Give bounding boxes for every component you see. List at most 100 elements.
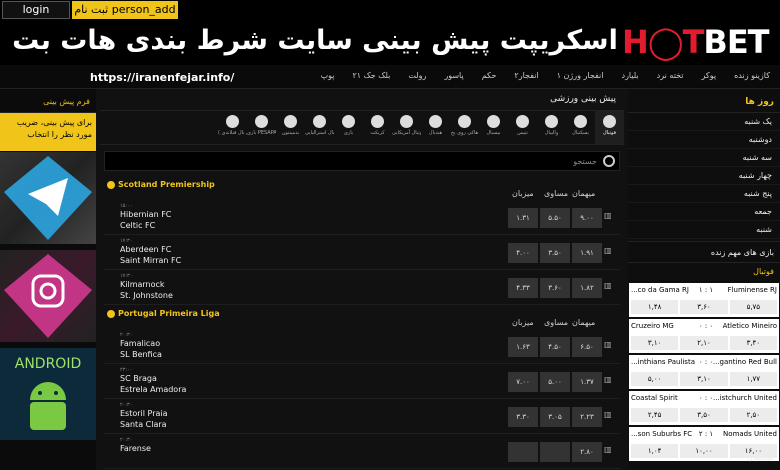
odds-button[interactable]: ۴.۵۰ xyxy=(540,337,570,357)
sport-label: بازی PESAPALLO xyxy=(247,130,276,136)
away-team: SL Benfica xyxy=(120,350,162,359)
odds-button[interactable]: ۳.۵۰ xyxy=(540,243,570,263)
stats-icon[interactable]: ▥ xyxy=(604,340,614,350)
nav-item[interactable]: پوکر xyxy=(702,71,717,80)
league-header: Portugal Primeira Liga میهمان مساوی میزبان xyxy=(104,306,620,327)
odds-button[interactable]: ۱.۸۲ xyxy=(572,278,602,298)
live-match[interactable]: Coastal Spirit ۰ : ۰ ...istchurch United ۲,… xyxy=(629,391,779,425)
nav-item[interactable]: رولت xyxy=(408,71,426,80)
odds-button[interactable]: ۵.۵۰ xyxy=(540,208,570,228)
odds-button[interactable]: ۳.۰۵ xyxy=(540,407,570,427)
live-sport-basketball[interactable]: بسکتبال xyxy=(628,449,780,467)
live-odd-button[interactable]: ۲,۴۵ xyxy=(631,408,679,422)
days-list: یک شنبه دوشنبه سه شنبه چهار شنبه پنج شنبه جمع… xyxy=(628,113,780,239)
nav-item[interactable]: پاسور xyxy=(444,71,463,80)
odds-button[interactable]: ۶.۵۰ xyxy=(572,337,602,357)
live-match[interactable]: Cruzeiro MG ۰ : ۰ Atletico Mineiro ۳,۱۰ ۲,۱۰… xyxy=(629,319,779,353)
sport-tab[interactable]: والیبال xyxy=(537,111,566,144)
nav-item[interactable]: انفجار ورژن ۱ xyxy=(557,71,604,80)
league-name[interactable]: Scotland Premiership xyxy=(118,180,215,189)
stats-icon[interactable]: ▥ xyxy=(604,375,614,385)
live-teams: ...inthians Paulista ۰ : ۰ ...gantino Red … xyxy=(631,358,777,368)
stats-icon[interactable]: ▥ xyxy=(604,246,614,256)
sport-tab[interactable]: کریکت xyxy=(363,111,392,144)
nav-item[interactable]: کازینو زنده xyxy=(734,71,770,80)
live-odd-button[interactable]: ۳,۱۰ xyxy=(680,372,728,386)
sport-tab[interactable]: تنیس xyxy=(508,111,537,144)
telegram-banner[interactable] xyxy=(0,152,96,244)
odds-button[interactable]: ۱.۳۱ xyxy=(508,208,538,228)
search-box[interactable]: جستجو xyxy=(104,151,620,171)
day-item[interactable]: شنبه xyxy=(628,221,780,239)
stats-icon[interactable]: ▥ xyxy=(604,211,614,221)
sport-tab[interactable]: فوتبال xyxy=(595,111,624,144)
live-odd-button[interactable]: ۱,۷۷ xyxy=(729,372,777,386)
odds-button[interactable]: ۳.۶۰ xyxy=(540,278,570,298)
sport-tab[interactable]: هندبال xyxy=(421,111,450,144)
nav-item[interactable]: تخته نرد xyxy=(657,71,684,80)
day-item[interactable]: پنج شنبه xyxy=(628,185,780,203)
live-odd-button[interactable]: ۵,۷۵ xyxy=(729,300,777,314)
stats-icon[interactable]: ▥ xyxy=(604,445,614,455)
live-odd-button[interactable]: ۳,۴۰ xyxy=(729,336,777,350)
nav-item[interactable]: انفجار۲ xyxy=(514,71,538,80)
live-odd-button[interactable]: ۳,۶۰ xyxy=(680,300,728,314)
live-odd-button[interactable]: ۲,۵۰ xyxy=(729,408,777,422)
live-odd-button[interactable]: ۲,۱۰ xyxy=(680,336,728,350)
search-icon[interactable] xyxy=(603,155,615,167)
day-item[interactable]: چهار شنبه xyxy=(628,167,780,185)
login-button[interactable]: login xyxy=(2,1,70,19)
league-name[interactable]: Portugal Primeira Liga xyxy=(118,309,220,318)
live-odd-button[interactable]: ۱,۴۸ xyxy=(631,300,679,314)
sport-tab[interactable]: بسکتبال xyxy=(566,111,595,144)
stats-icon[interactable]: ▥ xyxy=(604,281,614,291)
live-match[interactable]: ...inthians Paulista ۰ : ۰ ...gantino Red … xyxy=(629,355,779,389)
search-input[interactable]: جستجو xyxy=(573,157,597,166)
odds-button[interactable]: ۷.۰۰ xyxy=(508,372,538,392)
android-banner[interactable]: ANDROID xyxy=(0,348,96,440)
sport-tab[interactable]: بیسبال xyxy=(479,111,508,144)
odds-button[interactable] xyxy=(508,442,538,462)
day-item[interactable]: جمعه xyxy=(628,203,780,221)
day-item[interactable]: دوشنبه xyxy=(628,131,780,149)
odds-button[interactable]: ۵.۰۰ xyxy=(540,372,570,392)
sport-tab[interactable]: بدمینتون xyxy=(276,111,305,144)
nav-item[interactable]: پوپ xyxy=(321,71,335,80)
odds-button[interactable]: ۱.۹۱ xyxy=(572,243,602,263)
odds-button[interactable] xyxy=(540,442,570,462)
sport-tab[interactable]: فوتبال آمریکایی xyxy=(392,111,421,144)
nav-item[interactable]: حکم xyxy=(482,71,497,80)
day-item[interactable]: سه شنبه xyxy=(628,149,780,167)
odds-button[interactable]: ۱.۶۳ xyxy=(508,337,538,357)
stats-icon[interactable]: ▥ xyxy=(604,410,614,420)
banner-title: اسکریپت پیش بینی سایت شرط بندی هات بت xyxy=(12,25,618,56)
odds-button[interactable]: ۹.۰۰ xyxy=(572,208,602,228)
live-odd-button[interactable]: ۳,۱۰ xyxy=(631,336,679,350)
live-odd-button[interactable]: ۳,۵۰ xyxy=(680,408,728,422)
away-team: Estrela Amadora xyxy=(120,385,187,394)
sport-tab[interactable]: ( پیس بال فنلاندی ) xyxy=(218,111,247,144)
instagram-banner[interactable] xyxy=(0,250,96,342)
odds-button[interactable]: ۴.۳۳ xyxy=(508,278,538,298)
sport-tab[interactable]: بازی PESAPALLO xyxy=(247,111,276,144)
live-away: ...gantino Red Bull xyxy=(712,358,777,366)
odds-button[interactable]: ۴.۰۰ xyxy=(508,243,538,263)
nav-item[interactable]: بلیارد xyxy=(622,71,639,80)
odds-button[interactable]: ۳.۳۰ xyxy=(508,407,538,427)
sport-tab[interactable]: لیگ فوتبال استرالیایی xyxy=(305,111,334,144)
sport-tab[interactable]: هاکی روی یخ xyxy=(450,111,479,144)
signup-button[interactable]: ثبت نام person_add xyxy=(72,1,178,19)
sport-tab[interactable]: بازی xyxy=(334,111,363,144)
odds-button[interactable]: ۱.۳۷ xyxy=(572,372,602,392)
nav-items: کازینو زنده پوکر تخته نرد بلیارد انفجار ورژن… xyxy=(270,71,770,80)
hotbet-logo[interactable]: H◯TBET xyxy=(622,23,780,63)
nav-item[interactable]: بلک جک ۲۱ xyxy=(353,71,391,80)
live-odd-button[interactable]: ۵,۰۰ xyxy=(631,372,679,386)
odds-button[interactable]: ۲.۲۳ xyxy=(572,407,602,427)
day-item[interactable]: یک شنبه xyxy=(628,113,780,131)
instagram-icon xyxy=(4,254,92,338)
live-match[interactable]: ...co da Gama RJ ۱ : ۱ Fluminense RJ ۱,۴۸ ۳,… xyxy=(629,283,779,317)
live-sport-football[interactable]: فوتبال xyxy=(628,263,780,281)
odds-column-header: مساوی xyxy=(544,189,568,198)
odds-button[interactable]: ۲.۸۰ xyxy=(572,442,602,462)
